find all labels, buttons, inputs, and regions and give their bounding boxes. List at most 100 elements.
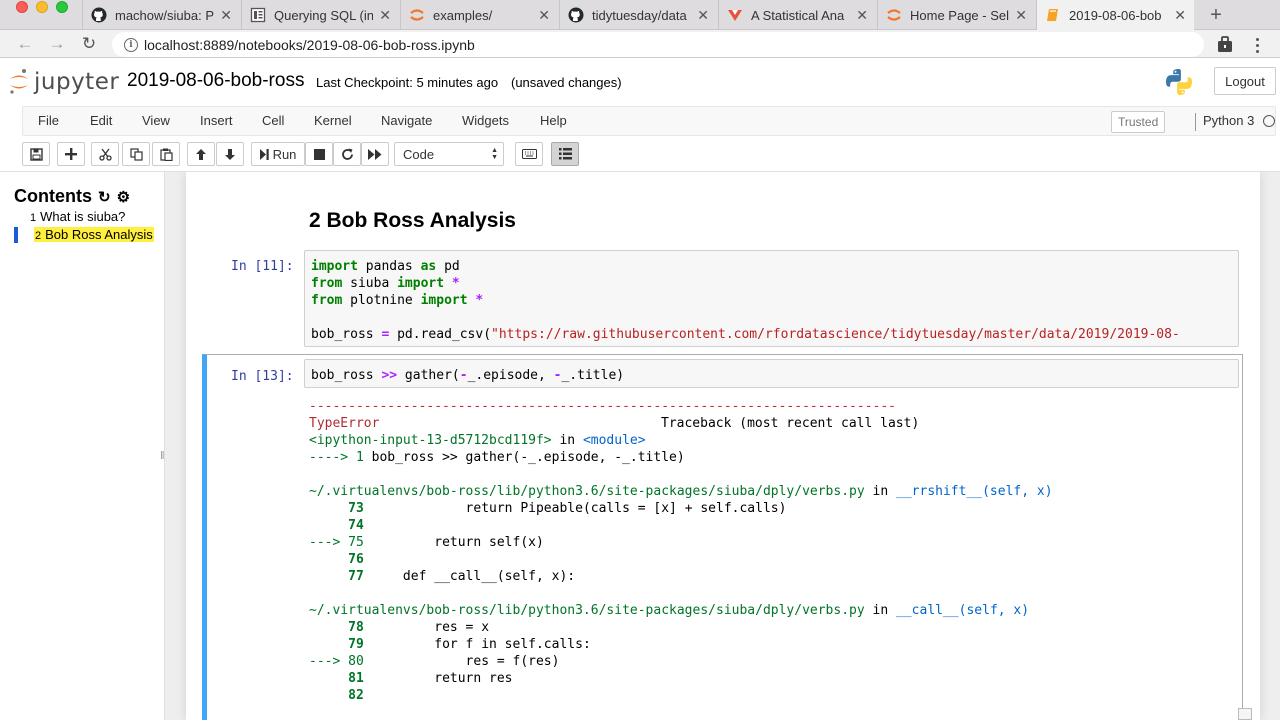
list-icon bbox=[558, 148, 572, 160]
cell-type-select[interactable]: Code ▲ ▼ bbox=[394, 142, 504, 166]
new-tab-button[interactable]: + bbox=[1205, 0, 1227, 30]
toc-item-label: Bob Ross Analysis bbox=[45, 227, 153, 242]
toc-item-what-is-siuba[interactable]: 1 What is siuba? bbox=[30, 209, 125, 224]
close-icon[interactable]: ✕ bbox=[379, 7, 391, 24]
code-cell-input[interactable]: bob_ross >> gather(-_.episode, -_.title) bbox=[304, 359, 1239, 388]
interrupt-button[interactable] bbox=[305, 142, 333, 166]
keyboard-icon bbox=[521, 149, 537, 159]
toc-item-number: 2 bbox=[35, 230, 42, 242]
extension-icon[interactable] bbox=[1216, 35, 1234, 53]
code-line: from plotnine import * bbox=[311, 293, 484, 308]
menu-help[interactable]: Help bbox=[540, 113, 567, 128]
close-icon[interactable]: ✕ bbox=[1015, 7, 1027, 24]
run-button[interactable]: Run bbox=[251, 142, 305, 166]
menu-cell[interactable]: Cell bbox=[262, 113, 284, 128]
browser-tab[interactable]: A Statistical Ana ✕ bbox=[718, 0, 876, 30]
github-icon bbox=[568, 7, 584, 23]
traceback-line: ----> 1 bob_ross >> gather(-_.episode, -… bbox=[309, 450, 685, 465]
traceback-line: 73 return Pipeable(calls = [x] + self.ca… bbox=[309, 501, 787, 516]
logout-button[interactable]: Logout bbox=[1214, 67, 1276, 95]
tab-title: machow/siuba: P bbox=[115, 7, 214, 23]
browser-tab[interactable]: Home Page - Sel ✕ bbox=[877, 0, 1035, 30]
traceback-line: ---> 80 res = f(res) bbox=[309, 654, 560, 669]
menu-file[interactable]: File bbox=[38, 113, 59, 128]
url-text: localhost:8889/notebooks/2019-08-06-bob-… bbox=[144, 36, 475, 53]
command-palette-button[interactable] bbox=[515, 142, 543, 166]
stop-icon bbox=[313, 148, 325, 160]
browser-tab[interactable]: machow/siuba: P ✕ bbox=[82, 0, 240, 30]
kernel-name[interactable]: Python 3 bbox=[1203, 113, 1254, 128]
cell-type-value: Code bbox=[403, 146, 435, 162]
plus-icon bbox=[65, 148, 77, 160]
github-icon bbox=[91, 7, 107, 23]
browser-tab-strip: machow/siuba: P ✕ Querying SQL (in ✕ exa… bbox=[0, 0, 1280, 30]
step-forward-icon bbox=[259, 148, 269, 160]
menu-view[interactable]: View bbox=[142, 113, 170, 128]
address-bar[interactable]: i localhost:8889/notebooks/2019-08-06-bo… bbox=[112, 32, 1204, 57]
menu-widgets[interactable]: Widgets bbox=[462, 113, 509, 128]
gear-icon[interactable]: ⚙ bbox=[117, 188, 130, 206]
info-icon[interactable]: i bbox=[124, 37, 138, 52]
menu-insert[interactable]: Insert bbox=[200, 113, 233, 128]
code-cell-input[interactable]: import pandas as pd from siuba import * … bbox=[304, 250, 1239, 347]
tab-title: examples/ bbox=[433, 7, 493, 23]
browser-tab-active[interactable]: 2019-08-06-bob ✕ bbox=[1036, 0, 1194, 30]
sidebar-resize-handle[interactable]: ‖ bbox=[160, 450, 165, 462]
browser-tab[interactable]: tidytuesday/data ✕ bbox=[559, 0, 717, 30]
paste-button[interactable] bbox=[152, 142, 180, 166]
toc-toggle-button[interactable] bbox=[551, 142, 579, 166]
browser-menu-icon[interactable] bbox=[1248, 34, 1266, 56]
reload-icon[interactable]: ↻ bbox=[78, 33, 100, 55]
tab-title: tidytuesday/data bbox=[592, 7, 687, 23]
jupyter-logo[interactable]: jupyter bbox=[8, 66, 119, 98]
traceback-title: Traceback (most recent call last) bbox=[661, 416, 920, 431]
move-up-button[interactable] bbox=[187, 142, 215, 166]
menu-kernel[interactable]: Kernel bbox=[314, 113, 352, 128]
move-down-button[interactable] bbox=[216, 142, 244, 166]
traceback-input-ref: <ipython-input-13-d5712bcd119f> in <modu… bbox=[309, 433, 646, 448]
menubar: File Edit View Insert Cell Kernel Naviga… bbox=[22, 106, 1276, 136]
back-arrow-icon[interactable]: ← bbox=[14, 33, 36, 55]
browser-tab[interactable]: examples/ ✕ bbox=[400, 0, 558, 30]
error-name: TypeError bbox=[309, 416, 380, 431]
code-line: import pandas as pd bbox=[311, 259, 460, 274]
close-icon[interactable]: ✕ bbox=[1174, 7, 1186, 24]
close-icon[interactable]: ✕ bbox=[538, 7, 550, 24]
logo-text: jupyter bbox=[34, 69, 120, 95]
toc-sidebar: Contents ↻ ⚙ 1 What is siuba? 2 Bob Ross A… bbox=[0, 172, 165, 720]
close-window-button[interactable] bbox=[16, 1, 28, 13]
cut-button[interactable] bbox=[91, 142, 119, 166]
trusted-badge[interactable]: Trusted bbox=[1111, 111, 1166, 133]
document-icon bbox=[250, 7, 266, 23]
zoom-window-button[interactable] bbox=[56, 1, 68, 13]
traceback-file-ref: ~/.virtualenvs/bob-ross/lib/python3.6/si… bbox=[309, 484, 1053, 499]
kernel-divider bbox=[1195, 113, 1196, 131]
close-icon[interactable]: ✕ bbox=[220, 7, 232, 24]
toc-header: Contents ↻ ⚙ bbox=[14, 186, 130, 207]
restart-button[interactable] bbox=[333, 142, 361, 166]
save-button[interactable] bbox=[22, 142, 50, 166]
toc-title: Contents bbox=[14, 186, 92, 206]
autosave-status: (unsaved changes) bbox=[511, 75, 622, 90]
insert-cell-button[interactable] bbox=[57, 142, 85, 166]
traceback-line: 81 return res bbox=[309, 671, 513, 686]
menu-edit[interactable]: Edit bbox=[90, 113, 112, 128]
output-scroll-toggle[interactable] bbox=[1238, 708, 1252, 720]
minimize-window-button[interactable] bbox=[36, 1, 48, 13]
toc-item-bob-ross-analysis[interactable]: 2 Bob Ross Analysis bbox=[34, 227, 154, 242]
menu-navigate[interactable]: Navigate bbox=[381, 113, 432, 128]
jupyter-icon bbox=[409, 7, 425, 23]
csv-url-string: "https://raw.githubusercontent.com/rford… bbox=[491, 327, 1180, 342]
refresh-icon[interactable]: ↻ bbox=[98, 188, 111, 206]
code-line: bob_ross = pd.read_csv("https://raw.gith… bbox=[311, 327, 1180, 342]
traceback-line: 77 def __call__(self, x): bbox=[309, 569, 576, 584]
close-icon[interactable]: ✕ bbox=[697, 7, 709, 24]
notebook-container[interactable]: 2 Bob Ross Analysis In [11]: import pand… bbox=[165, 172, 1280, 720]
copy-button[interactable] bbox=[122, 142, 150, 166]
browser-tab[interactable]: Querying SQL (in ✕ bbox=[241, 0, 399, 30]
notebook-title[interactable]: 2019-08-06-bob-ross bbox=[127, 70, 304, 92]
restart-run-all-button[interactable] bbox=[361, 142, 389, 166]
chevron-updown-icon: ▲ ▼ bbox=[491, 147, 498, 161]
forward-arrow-icon[interactable]: → bbox=[46, 33, 68, 55]
close-icon[interactable]: ✕ bbox=[856, 7, 868, 24]
